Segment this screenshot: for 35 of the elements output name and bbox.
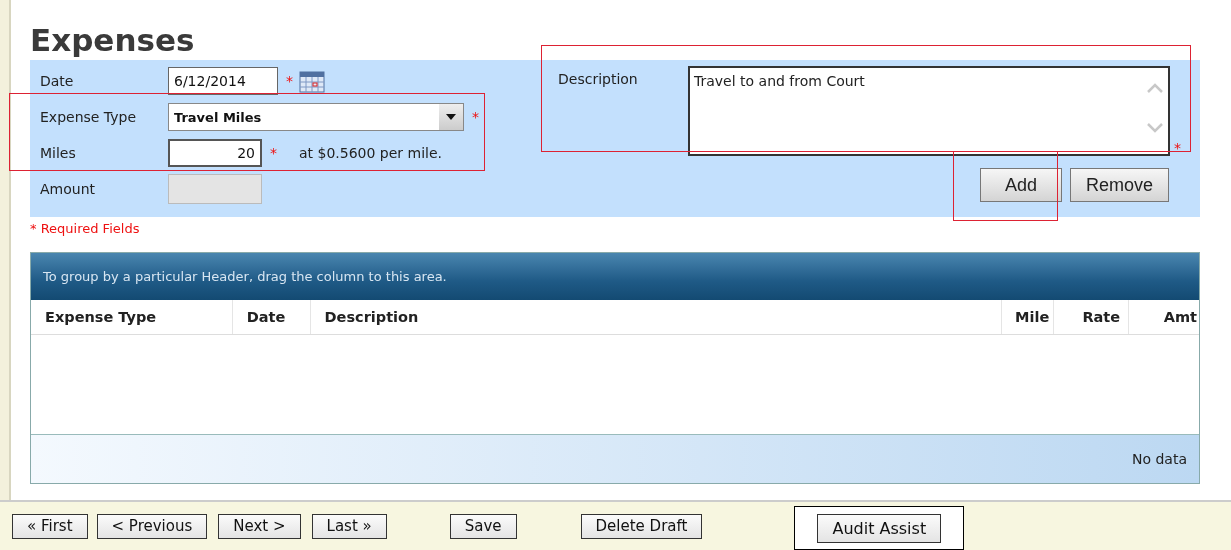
form-button[interactable]: Remove [1069,168,1169,202]
empty-message: No data [1131,451,1187,467]
field-label: Expense Type [40,109,138,125]
group-hint: To group by a particular Header, drag the column to this area. [31,253,1199,300]
required-asterisk: * [270,145,277,161]
nav-button[interactable]: Delete Draft [580,513,703,539]
column-header[interactable]: Description [310,300,1003,334]
description-field[interactable]: Travel to and from Court [688,66,1170,156]
rate-note: at $0.5600 per mile. [299,145,443,161]
miles-field[interactable]: 20 [168,139,262,167]
form-button[interactable]: Add [979,168,1062,202]
column-header[interactable]: Mile [1002,300,1055,334]
required-asterisk: * [286,73,293,89]
required-note: * Required Fields [30,221,141,238]
calendar-icon[interactable] [299,69,325,93]
column-header[interactable]: Date [232,300,311,334]
nav-button[interactable]: < Previous [96,513,208,539]
required-asterisk: * [1174,140,1181,156]
required-asterisk: * [472,109,479,125]
date-field[interactable]: 6/12/2014 [168,67,278,95]
column-header[interactable]: Rate [1054,300,1130,334]
page-title: Expenses [30,21,196,60]
nav-button[interactable]: Save [449,513,517,539]
field-label: Amount [40,181,96,197]
field-label: Description [558,70,639,87]
nav-button[interactable]: Last » [311,513,387,539]
dropdown-arrow-icon [446,114,456,120]
field-label: Date [40,73,75,89]
nav-button[interactable]: Next > [218,513,301,539]
expense-type-dropdown[interactable]: Travel Miles [168,103,464,131]
field-label: Miles [40,145,77,161]
nav-button[interactable]: « First [12,513,88,539]
nav-button[interactable]: Audit Assist [817,513,942,543]
column-header[interactable]: Amt [1129,300,1199,334]
column-header[interactable]: Expense Type [31,300,233,334]
